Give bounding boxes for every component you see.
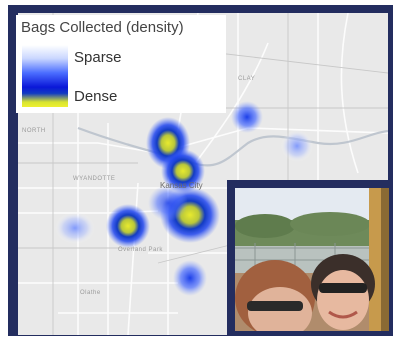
legend-dense-label: Dense — [74, 88, 118, 105]
heat-point-south — [173, 260, 207, 296]
legend-sparse-label: Sparse — [74, 49, 122, 66]
place-label-north: NORTH — [22, 128, 46, 134]
place-label-overland-park: Overland Park — [118, 247, 163, 253]
density-gradient-swatch — [22, 45, 68, 107]
place-label-wyandotte: WYANDOTTE — [73, 176, 116, 182]
heat-point-west — [106, 204, 150, 248]
inset-photo-frame — [227, 180, 393, 336]
heat-point-far-west — [55, 212, 95, 244]
legend-title: Bags Collected (density) — [21, 19, 184, 36]
map-legend: Bags Collected (density) Sparse Dense — [16, 15, 226, 113]
heat-point-east — [281, 130, 313, 162]
place-label-clay: CLAY — [238, 76, 256, 82]
place-label-olathe: Olathe — [80, 290, 101, 296]
volunteer-photo — [235, 188, 389, 331]
city-label: Kansas City — [160, 181, 203, 190]
heat-point-clay-north — [231, 101, 263, 133]
